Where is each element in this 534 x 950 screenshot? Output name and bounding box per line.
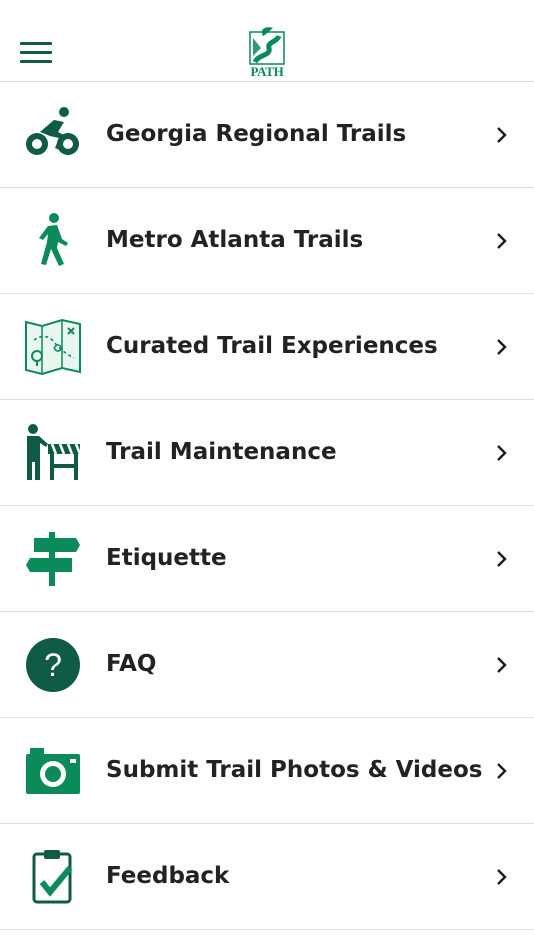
cyclist-icon [24, 106, 82, 164]
map-icon [24, 318, 82, 376]
menu-item-etiquette[interactable]: Etiquette [0, 506, 534, 612]
menu-item-label: Trail Maintenance [106, 439, 337, 465]
chevron-right-icon [497, 551, 507, 567]
menu-item-faq[interactable]: ? FAQ [0, 612, 534, 718]
chevron-right-icon [497, 127, 507, 143]
hamburger-menu-icon[interactable] [20, 42, 52, 66]
main-menu-list: Georgia Regional Trails Metro Atlanta Tr… [0, 82, 534, 930]
question-icon: ? [24, 636, 82, 694]
menu-item-label: Curated Trail Experiences [106, 333, 438, 359]
menu-item-label: Feedback [106, 863, 230, 889]
logo-text: PATH [250, 64, 284, 79]
chevron-right-icon [497, 339, 507, 355]
chevron-right-icon [497, 657, 507, 673]
walker-icon [24, 212, 82, 270]
chevron-right-icon [497, 763, 507, 779]
chevron-right-icon [497, 869, 507, 885]
path-foundation-logo[interactable]: PATH [249, 26, 285, 80]
chevron-right-icon [497, 233, 507, 249]
path-logo-mark-icon [249, 27, 285, 65]
menu-item-metro-atlanta-trails[interactable]: Metro Atlanta Trails [0, 188, 534, 294]
maintenance-worker-icon [24, 424, 82, 482]
menu-item-trail-maintenance[interactable]: Trail Maintenance [0, 400, 534, 506]
app-header: PATH [0, 0, 534, 82]
menu-item-georgia-regional-trails[interactable]: Georgia Regional Trails [0, 82, 534, 188]
camera-icon [24, 742, 82, 800]
clipboard-check-icon [24, 848, 82, 906]
chevron-right-icon [497, 445, 507, 461]
menu-item-label: Metro Atlanta Trails [106, 227, 364, 253]
menu-item-feedback[interactable]: Feedback [0, 824, 534, 930]
menu-item-curated-trail-experiences[interactable]: Curated Trail Experiences [0, 294, 534, 400]
menu-item-submit-trail-photos-videos[interactable]: Submit Trail Photos & Videos [0, 718, 534, 824]
signpost-icon [24, 530, 82, 588]
svg-text:?: ? [44, 647, 62, 683]
menu-item-label: FAQ [106, 651, 157, 677]
menu-item-label: Etiquette [106, 545, 227, 571]
menu-item-label: Georgia Regional Trails [106, 121, 407, 147]
menu-item-label: Submit Trail Photos & Videos [106, 757, 483, 783]
